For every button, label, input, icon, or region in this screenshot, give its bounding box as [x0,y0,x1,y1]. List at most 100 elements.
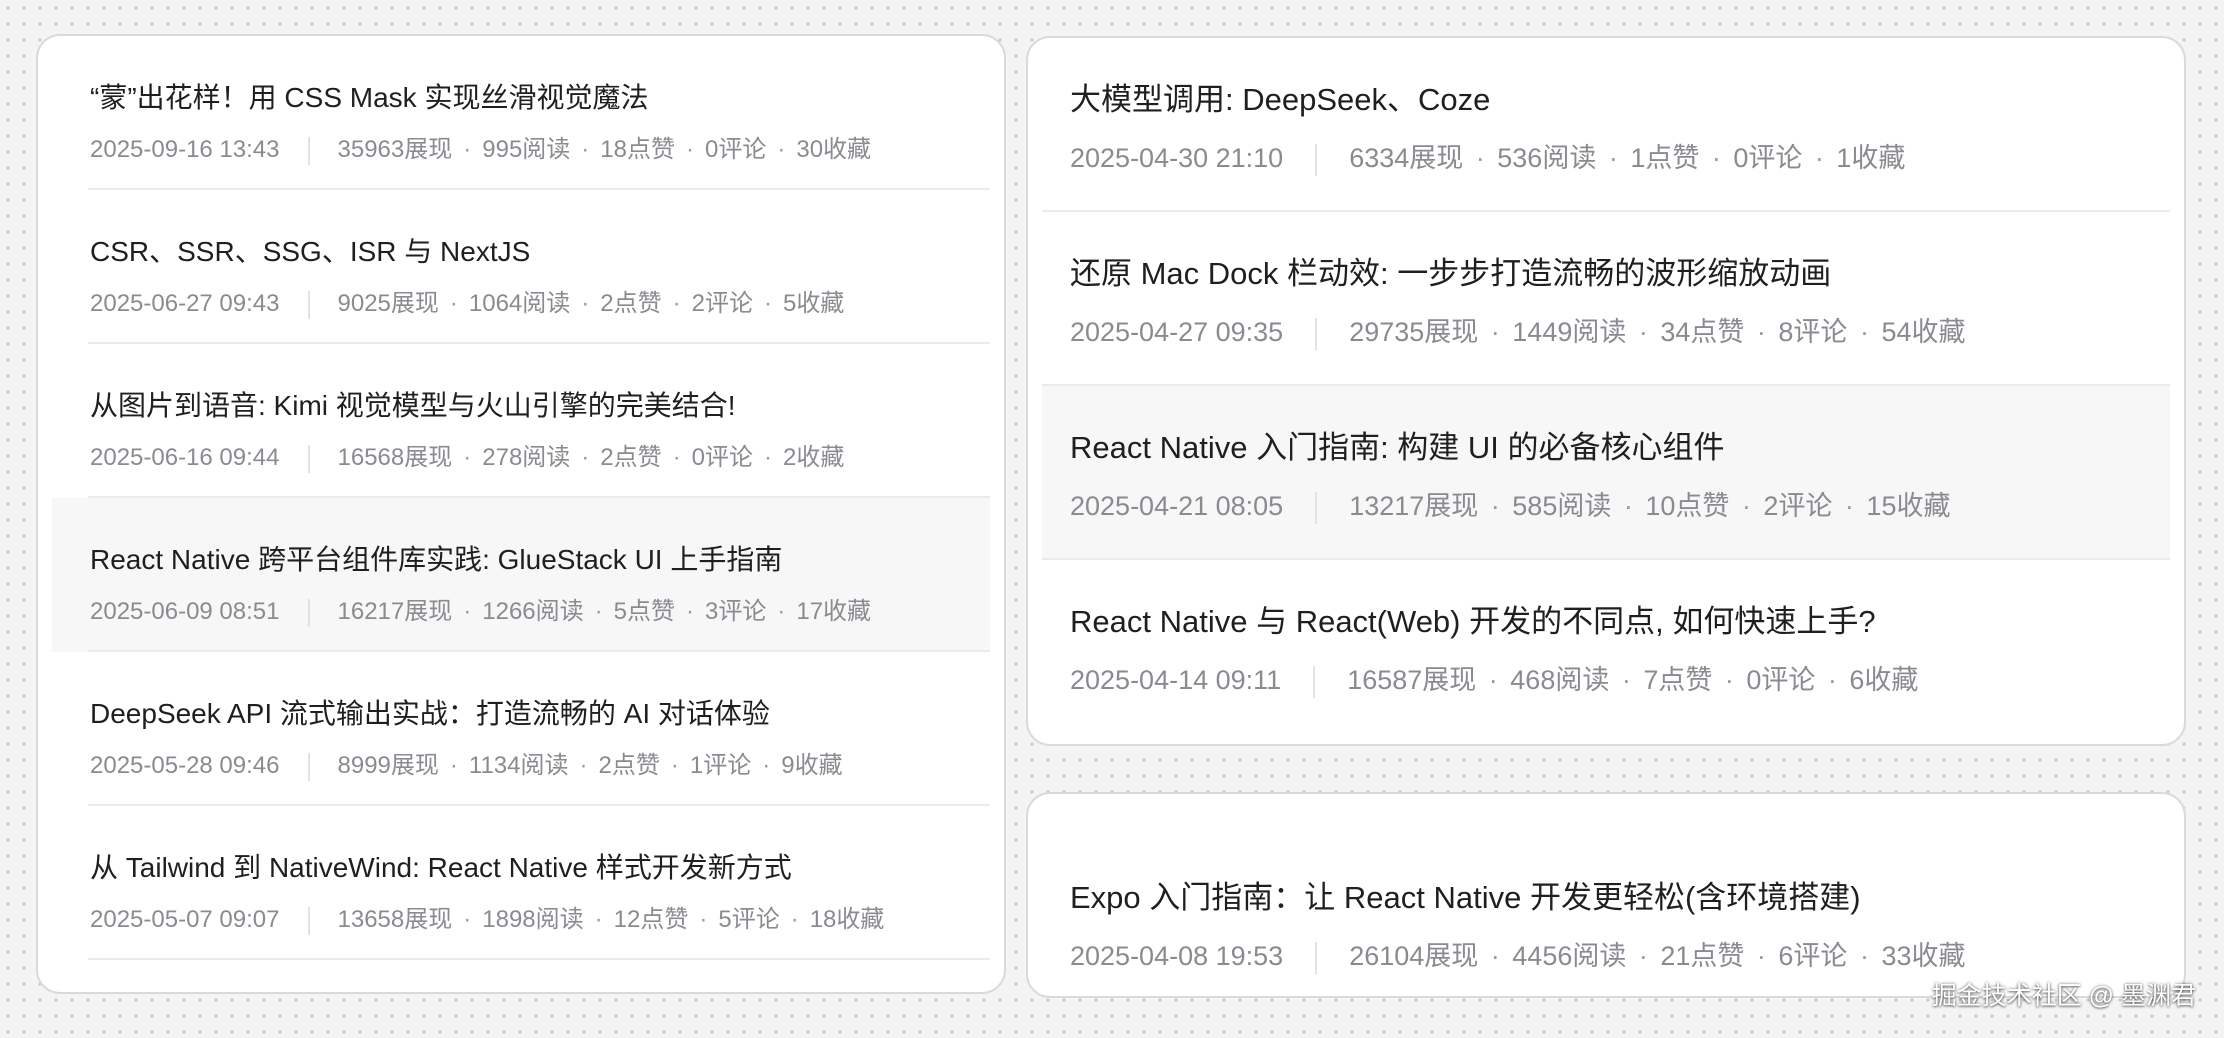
meta-divider [1315,317,1318,350]
dot-separator: · [1756,941,1766,971]
favorites-count: 30收藏 [796,136,872,163]
dot-separator: · [579,752,588,779]
comments-count: 0评论 [1733,143,1803,173]
publish-date: 2025-09-16 13:43 [90,136,280,163]
views-count: 16217展现 [337,598,453,625]
article-title-link[interactable]: React Native 入门指南: 构建 UI 的必备核心组件 [1070,428,1725,468]
reads-count: 1449阅读 [1512,317,1627,347]
dot-separator: · [449,752,458,779]
article-title-link[interactable]: 还原 Mac Dock 栏动效: 一步步打造流畅的波形缩放动画 [1070,254,1831,294]
meta-divider [307,906,310,935]
reads-count: 1266阅读 [482,598,584,625]
favorites-count: 6收藏 [1849,665,1919,695]
likes-count: 2点赞 [598,752,660,779]
dot-separator: · [1488,665,1498,695]
reads-count: 278阅读 [482,444,571,471]
comments-count: 1评论 [689,752,752,779]
article-meta: 2025-04-27 09:35 29735展现 · 1449阅读 · 34点赞 · 8评论 ·… [1070,314,1965,350]
article-row[interactable]: 从 Tailwind 到 NativeWind: React Native 样式… [38,806,1004,960]
views-count: 29735展现 [1349,317,1479,347]
dot-separator: · [581,444,590,471]
article-row[interactable]: “蒙”出花样！用 CSS Mask 实现丝滑视觉魔法 2025-09-16 13:… [38,36,1004,190]
favorites-count: 2收藏 [783,444,845,471]
reads-count: 4456阅读 [1512,941,1627,971]
dot-separator: · [463,598,472,625]
meta-divider [307,752,310,781]
likes-count: 12点赞 [613,906,689,933]
comments-count: 3评论 [705,598,767,625]
article-title-link[interactable]: “蒙”出花样！用 CSS Mask 实现丝滑视觉魔法 [90,80,648,116]
article-title-link[interactable]: React Native 跨平台组件库实践: GlueStack UI 上手指南 [90,542,782,578]
dot-separator: · [670,752,679,779]
views-count: 16587展现 [1347,665,1477,695]
article-row[interactable]: React Native 与 React(Web) 开发的不同点, 如何快速上手… [1028,560,2184,734]
article-meta: 2025-05-07 09:07 13658展现 · 1898阅读 · 12点赞 · 5评论 ·… [90,904,884,936]
likes-count: 2点赞 [600,444,662,471]
comments-count: 0评论 [705,136,767,163]
dot-separator: · [1844,491,1854,521]
views-count: 16568展现 [337,444,453,471]
article-row[interactable]: 还原 Mac Dock 栏动效: 一步步打造流畅的波形缩放动画 2025-04-2… [1028,212,2184,386]
dot-separator: · [672,290,681,317]
dot-separator: · [581,290,590,317]
meta-divider [307,290,310,319]
comments-count: 6评论 [1778,941,1848,971]
article-row[interactable]: DeepSeek API 流式输出实战：打造流畅的 AI 对话体验 2025-05… [38,652,1004,806]
likes-count: 7点赞 [1643,665,1713,695]
article-row[interactable]: Expo 入门指南：让 React Native 开发更轻松(含环境搭建) 202… [1028,836,2184,996]
likes-count: 34点赞 [1660,317,1745,347]
dot-separator: · [1827,665,1837,695]
views-count: 35963展现 [337,136,453,163]
reads-count: 1134阅读 [468,752,569,779]
publish-date: 2025-04-27 09:35 [1070,317,1284,347]
article-row[interactable]: 从图片到语音: Kimi 视觉模型与火山引擎的完美结合! 2025-06-16 0… [38,344,1004,498]
article-meta: 2025-04-21 08:05 13217展现 · 585阅读 · 10点赞 · 2评论 · 1… [1070,488,1950,524]
article-list-card-bottom: Expo 入门指南：让 React Native 开发更轻松(含环境搭建) 202… [1026,792,2186,998]
publish-date: 2025-04-30 21:10 [1070,143,1284,173]
article-meta: 2025-06-16 09:44 16568展现 · 278阅读 · 2点赞 · 0评论 · 2收… [90,442,844,474]
likes-count: 21点赞 [1660,941,1745,971]
row-divider [88,958,990,960]
article-row[interactable]: 大模型调用: DeepSeek、Coze 2025-04-30 21:10 6334… [1028,38,2184,212]
article-meta: 2025-04-14 09:11 16587展现 · 468阅读 · 7点赞 · 0评论 · 6收… [1070,662,1918,698]
article-row[interactable]: React Native 入门指南: 构建 UI 的必备核心组件 2025-04-… [1028,386,2184,560]
article-title-link[interactable]: Expo 入门指南：让 React Native 开发更轻松(含环境搭建) [1070,878,1861,918]
dot-separator: · [449,290,458,317]
reads-count: 468阅读 [1510,665,1610,695]
article-title-link[interactable]: React Native 与 React(Web) 开发的不同点, 如何快速上手… [1070,602,1876,642]
dot-separator: · [463,906,472,933]
views-count: 13217展现 [1349,491,1479,521]
dot-separator: · [1475,143,1485,173]
dot-separator: · [1623,491,1633,521]
dot-separator: · [686,136,694,163]
publish-date: 2025-05-07 09:07 [90,906,280,933]
comments-count: 2评论 [1763,491,1833,521]
dot-separator: · [594,598,603,625]
article-title-link[interactable]: DeepSeek API 流式输出实战：打造流畅的 AI 对话体验 [90,696,770,732]
article-title-link[interactable]: CSR、SSR、SSG、ISR 与 NextJS [90,234,530,270]
views-count: 13658展现 [337,906,453,933]
article-title-link[interactable]: 从 Tailwind 到 NativeWind: React Native 样式… [90,850,792,886]
likes-count: 2点赞 [600,290,662,317]
article-meta: 2025-04-08 19:53 26104展现 · 4456阅读 · 21点赞 · 6评论 ·… [1070,938,1965,974]
dot-separator: · [1638,941,1648,971]
dot-separator: · [1756,317,1766,347]
likes-count: 1点赞 [1630,143,1700,173]
article-meta: 2025-04-30 21:10 6334展现 · 536阅读 · 1点赞 · 0评论 · 1收藏 [1070,140,1905,176]
article-meta: 2025-06-27 09:43 9025展现 · 1064阅读 · 2点赞 · 2评论 · 5收… [90,288,844,320]
article-title-link[interactable]: 从图片到语音: Kimi 视觉模型与火山引擎的完美结合! [90,388,736,424]
dot-separator: · [764,290,772,317]
dot-separator: · [1859,317,1869,347]
favorites-count: 33收藏 [1881,941,1966,971]
reads-count: 1064阅读 [468,290,571,317]
meta-divider [1313,665,1316,698]
article-row[interactable]: React Native 跨平台组件库实践: GlueStack UI 上手指南… [38,498,1004,652]
dot-separator: · [1711,143,1721,173]
publish-date: 2025-05-28 09:46 [90,752,280,779]
article-title-link[interactable]: 大模型调用: DeepSeek、Coze [1070,80,1490,120]
watermark: 掘金技术社区 @ 墨渊君 [1931,982,2196,1010]
article-row[interactable]: CSR、SSR、SSG、ISR 与 NextJS 2025-06-27 09:43… [38,190,1004,344]
favorites-count: 15收藏 [1866,491,1951,521]
views-count: 9025展现 [337,290,439,317]
views-count: 26104展现 [1349,941,1479,971]
